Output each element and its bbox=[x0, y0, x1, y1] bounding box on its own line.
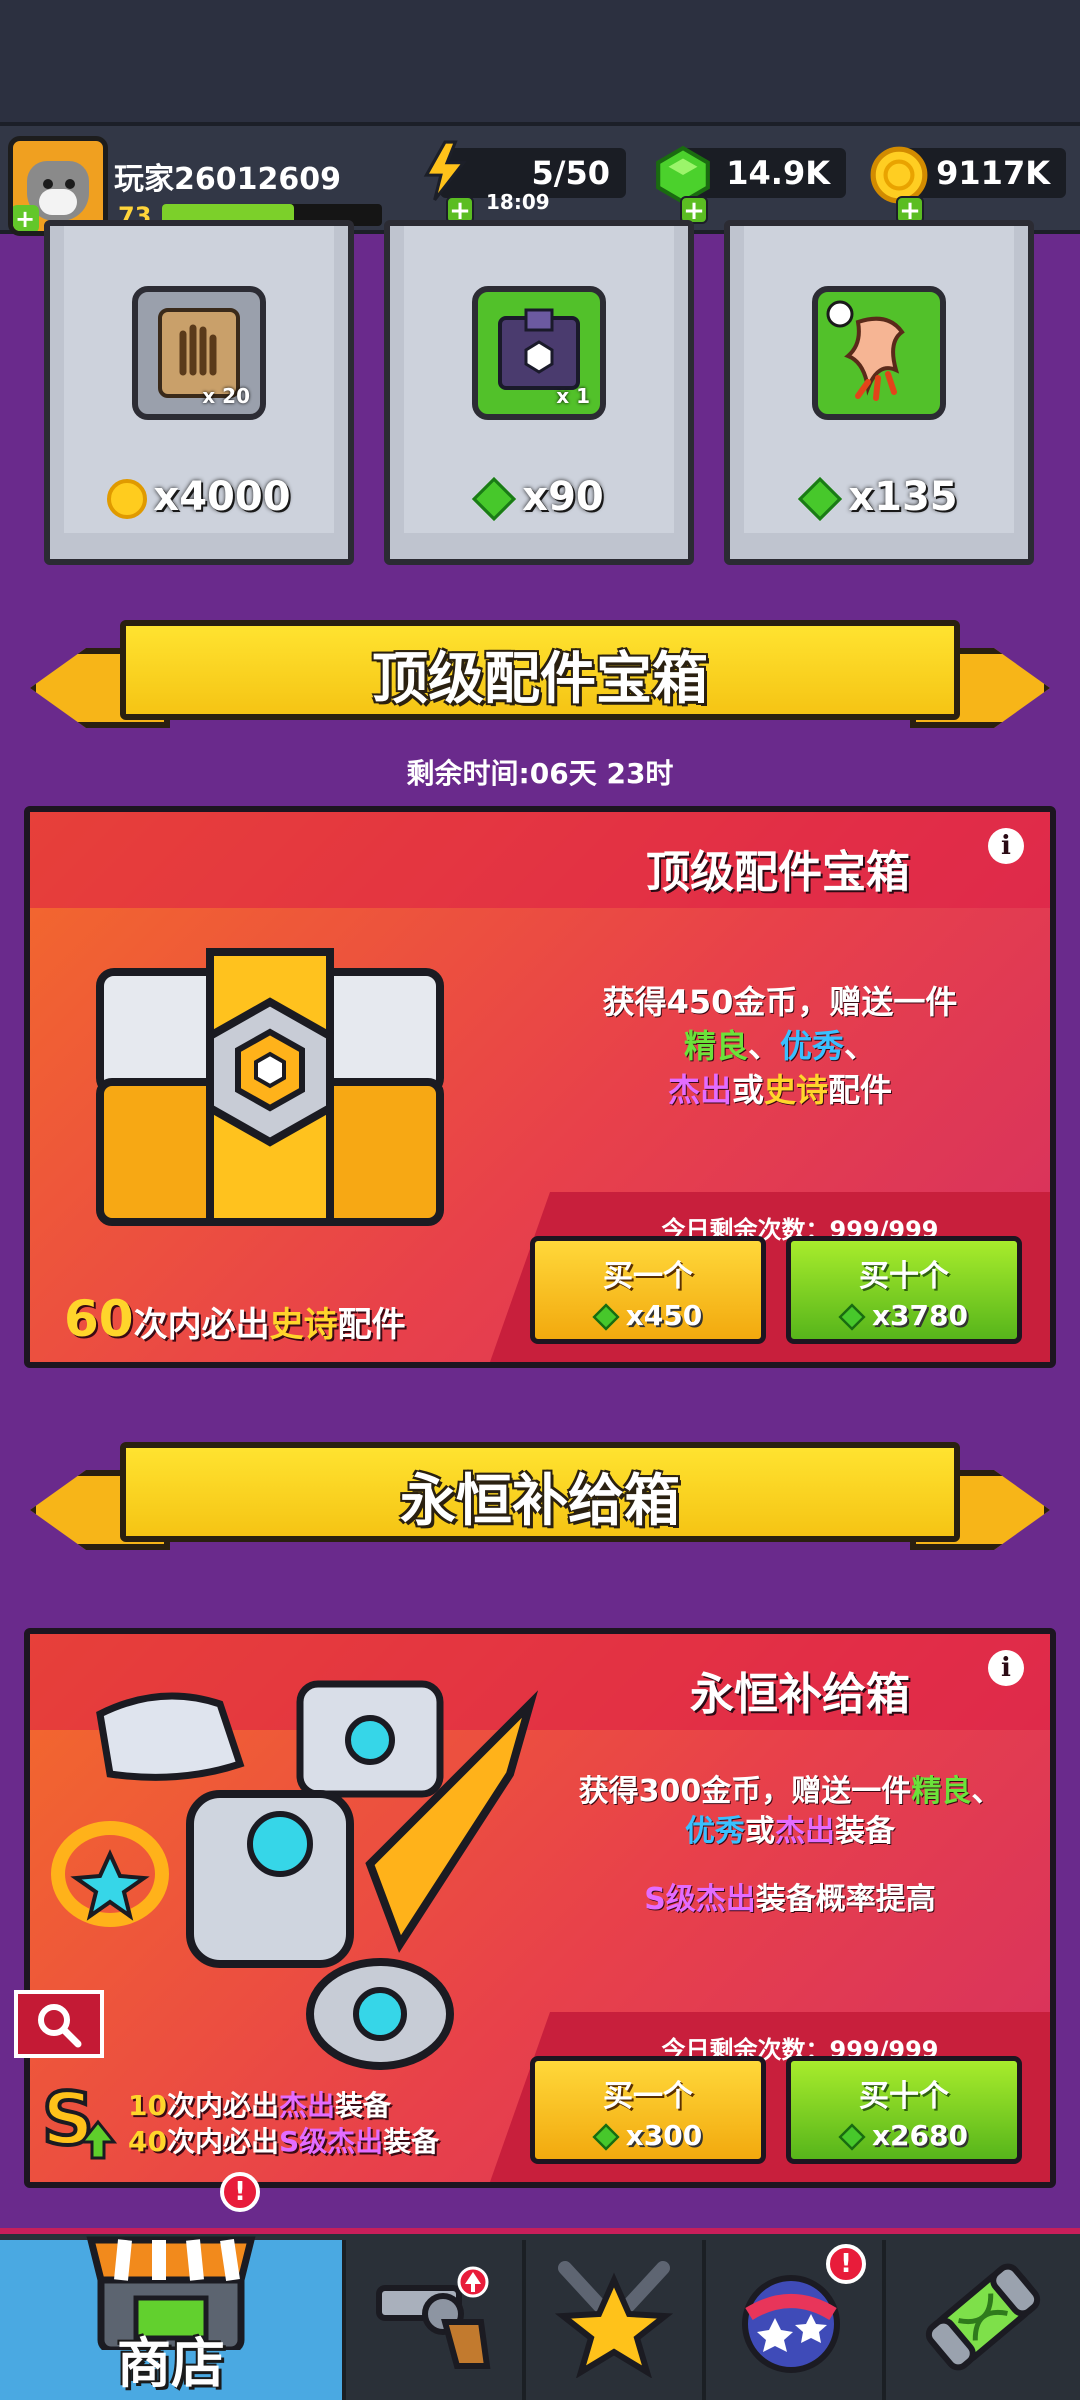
equipment-bundle-icon bbox=[51, 1680, 539, 2070]
shop-card-1[interactable]: x 20 x4000 bbox=[44, 220, 354, 565]
gem-value: 14.9K bbox=[726, 154, 830, 192]
chest-icon bbox=[96, 948, 444, 1226]
offer-title: 顶级配件宝箱 bbox=[646, 847, 910, 898]
tab-shop[interactable]: 商店 bbox=[0, 2236, 342, 2400]
search-icon bbox=[38, 2004, 82, 2048]
search-button[interactable] bbox=[14, 1990, 104, 2058]
price-label: x90 bbox=[390, 474, 688, 522]
item-quantity: x 1 bbox=[556, 384, 590, 408]
buy-one-button[interactable]: 买一个 x450 bbox=[530, 1236, 766, 1344]
offer-title: 永恒补给箱 bbox=[690, 1669, 910, 1720]
buy-ten-button[interactable]: 买十个 x3780 bbox=[786, 1236, 1022, 1344]
banner-title: 永恒补给箱 bbox=[400, 1469, 680, 1534]
tab-lab[interactable] bbox=[882, 2240, 1080, 2400]
offer-panel-eternal-supply: 永恒补给箱 i 获得300金币，赠送一件精良、 优秀或杰出装备 S级杰出装备概率… bbox=[24, 1628, 1056, 2188]
item-quantity: x 20 bbox=[202, 384, 250, 408]
shop-alert-badge: ! bbox=[220, 2172, 260, 2212]
section-banner-accessory-chest: 顶级配件宝箱 bbox=[30, 620, 1050, 752]
info-icon[interactable]: i bbox=[988, 828, 1024, 864]
offer-description: 获得300金币，赠送一件精良、 优秀或杰出装备 bbox=[578, 1774, 1002, 1849]
lightning-icon bbox=[423, 140, 467, 201]
add-icon: + bbox=[13, 205, 39, 231]
gem-icon bbox=[472, 476, 517, 522]
s-rank-up-icon: S bbox=[40, 2075, 118, 2163]
tab-weapons[interactable] bbox=[342, 2240, 522, 2400]
coin-value: 9117K bbox=[936, 154, 1050, 192]
offer-description: 获得450金币，赠送一件 精良、优秀、 杰出或史诗配件 bbox=[602, 983, 958, 1109]
claw-icon bbox=[812, 286, 946, 420]
status-bar-area bbox=[0, 0, 1080, 122]
bottom-nav: 商店 ! ! bbox=[0, 2172, 1080, 2400]
gem-icon bbox=[838, 1303, 866, 1331]
gem-icon bbox=[592, 2123, 620, 2151]
price-label: x135 bbox=[730, 474, 1028, 522]
offer-panel-accessory-chest: 顶级配件宝箱 i 获得450金币，赠送一件 精良、优秀、 杰出或史诗配件 60次… bbox=[24, 806, 1056, 1368]
revolver-icon bbox=[376, 2266, 491, 2369]
player-hud: + 玩家26012609 73 5/50 + 18:09 14.9K + 911… bbox=[0, 122, 1080, 236]
tab-shop-label: 商店 bbox=[117, 2332, 225, 2395]
boost-text: S级杰出装备概率提高 bbox=[644, 1882, 936, 1917]
gem-icon bbox=[838, 2123, 866, 2151]
guarantee-text: 60次内必出史诗配件 bbox=[64, 1290, 406, 1348]
price-label: x4000 bbox=[50, 474, 348, 520]
coin-icon bbox=[107, 479, 148, 519]
energy-timer: 18:09 bbox=[486, 190, 550, 214]
crate-icon: x 1 bbox=[472, 286, 606, 420]
section-banner-eternal-supply: 永恒补给箱 bbox=[30, 1442, 1050, 1574]
shop-card-3[interactable]: x135 bbox=[724, 220, 1034, 565]
star-swords-icon bbox=[554, 2261, 674, 2378]
guarantee-text: 10次内必出杰出装备 40次内必出S级杰出装备 bbox=[128, 2089, 440, 2158]
gem-icon bbox=[592, 1303, 620, 1331]
buy-one-button[interactable]: 买一个 x300 bbox=[530, 2056, 766, 2164]
player-name: 玩家26012609 bbox=[114, 162, 341, 197]
events-alert-badge: ! bbox=[826, 2244, 866, 2284]
gem-icon bbox=[798, 476, 843, 522]
info-icon[interactable]: i bbox=[988, 1650, 1024, 1686]
tab-battle[interactable] bbox=[522, 2240, 702, 2400]
remaining-time: 剩余时间:06天 23时 bbox=[406, 757, 674, 790]
shop-card-2[interactable]: x 1 x90 bbox=[384, 220, 694, 565]
buy-ten-button[interactable]: 买十个 x2680 bbox=[786, 2056, 1022, 2164]
dna-capsule-icon bbox=[925, 2263, 1041, 2371]
banner-title: 顶级配件宝箱 bbox=[372, 647, 708, 712]
svg-text:S: S bbox=[42, 2077, 94, 2161]
energy-value: 5/50 bbox=[531, 154, 610, 192]
glove-scroll-icon: x 20 bbox=[132, 286, 266, 420]
